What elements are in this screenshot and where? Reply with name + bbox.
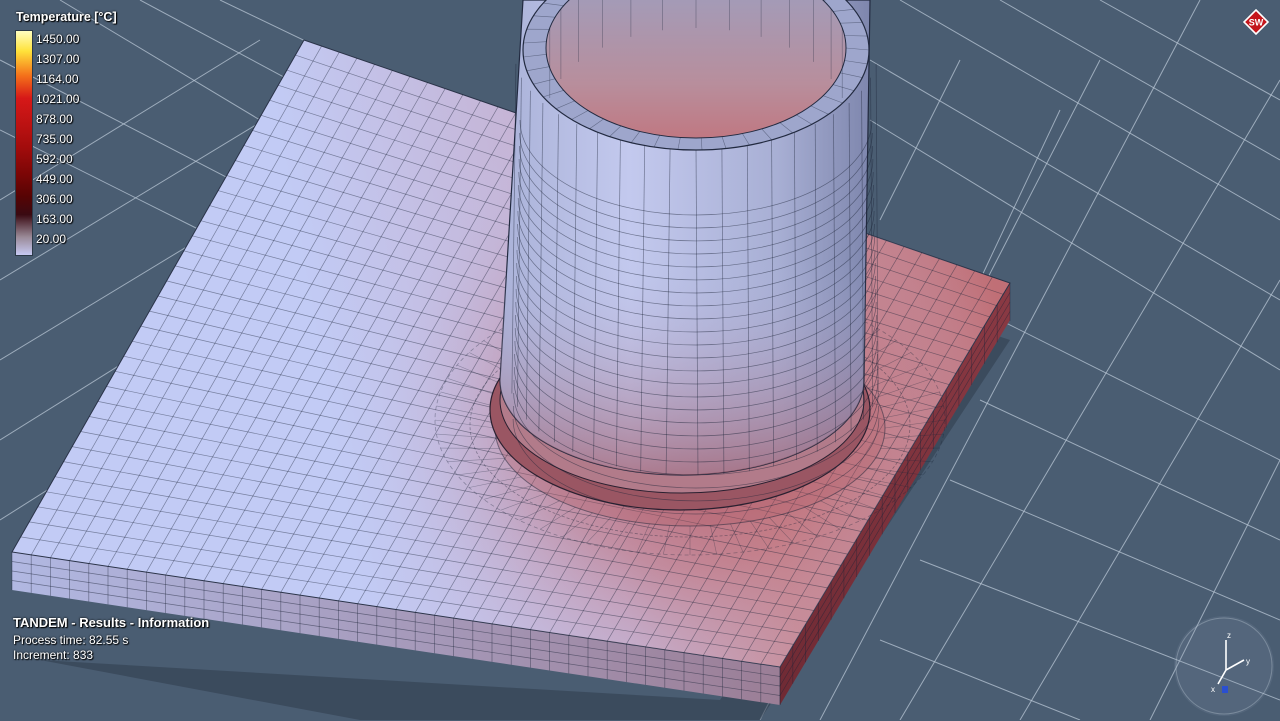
legend-label: 306.00: [36, 192, 73, 206]
legend-label: 1450.00: [36, 32, 79, 46]
legend-label: 20.00: [36, 232, 66, 246]
legend-label: 449.00: [36, 172, 73, 186]
legend-label: 878.00: [36, 112, 73, 126]
x-label: x: [1211, 685, 1215, 694]
legend-title: Temperature [°C]: [16, 10, 117, 24]
logo-text: SW: [1249, 18, 1264, 28]
legend-color-bar: [15, 30, 33, 256]
y-label: y: [1246, 657, 1250, 666]
legend-label: 592.00: [36, 152, 73, 166]
x-axis: [1218, 670, 1226, 684]
sw-logo-icon[interactable]: SW: [1243, 9, 1269, 35]
axis-marker-icon: [1222, 686, 1228, 693]
legend-label: 163.00: [36, 212, 73, 226]
orientation-triad[interactable]: z y x: [1174, 616, 1274, 716]
3d-viewport[interactable]: [0, 0, 1280, 720]
process-time: Process time: 82.55 s: [13, 633, 209, 648]
z-label: z: [1227, 631, 1231, 640]
increment: Increment: 833: [13, 648, 209, 663]
results-info-panel: TANDEM - Results - Information Process t…: [13, 615, 209, 663]
legend-label: 1164.00: [36, 72, 79, 86]
legend-label: 735.00: [36, 132, 73, 146]
legend-label: 1021.00: [36, 92, 79, 106]
legend-label: 1307.00: [36, 52, 79, 66]
info-title: TANDEM - Results - Information: [13, 615, 209, 630]
y-axis: [1226, 660, 1244, 670]
